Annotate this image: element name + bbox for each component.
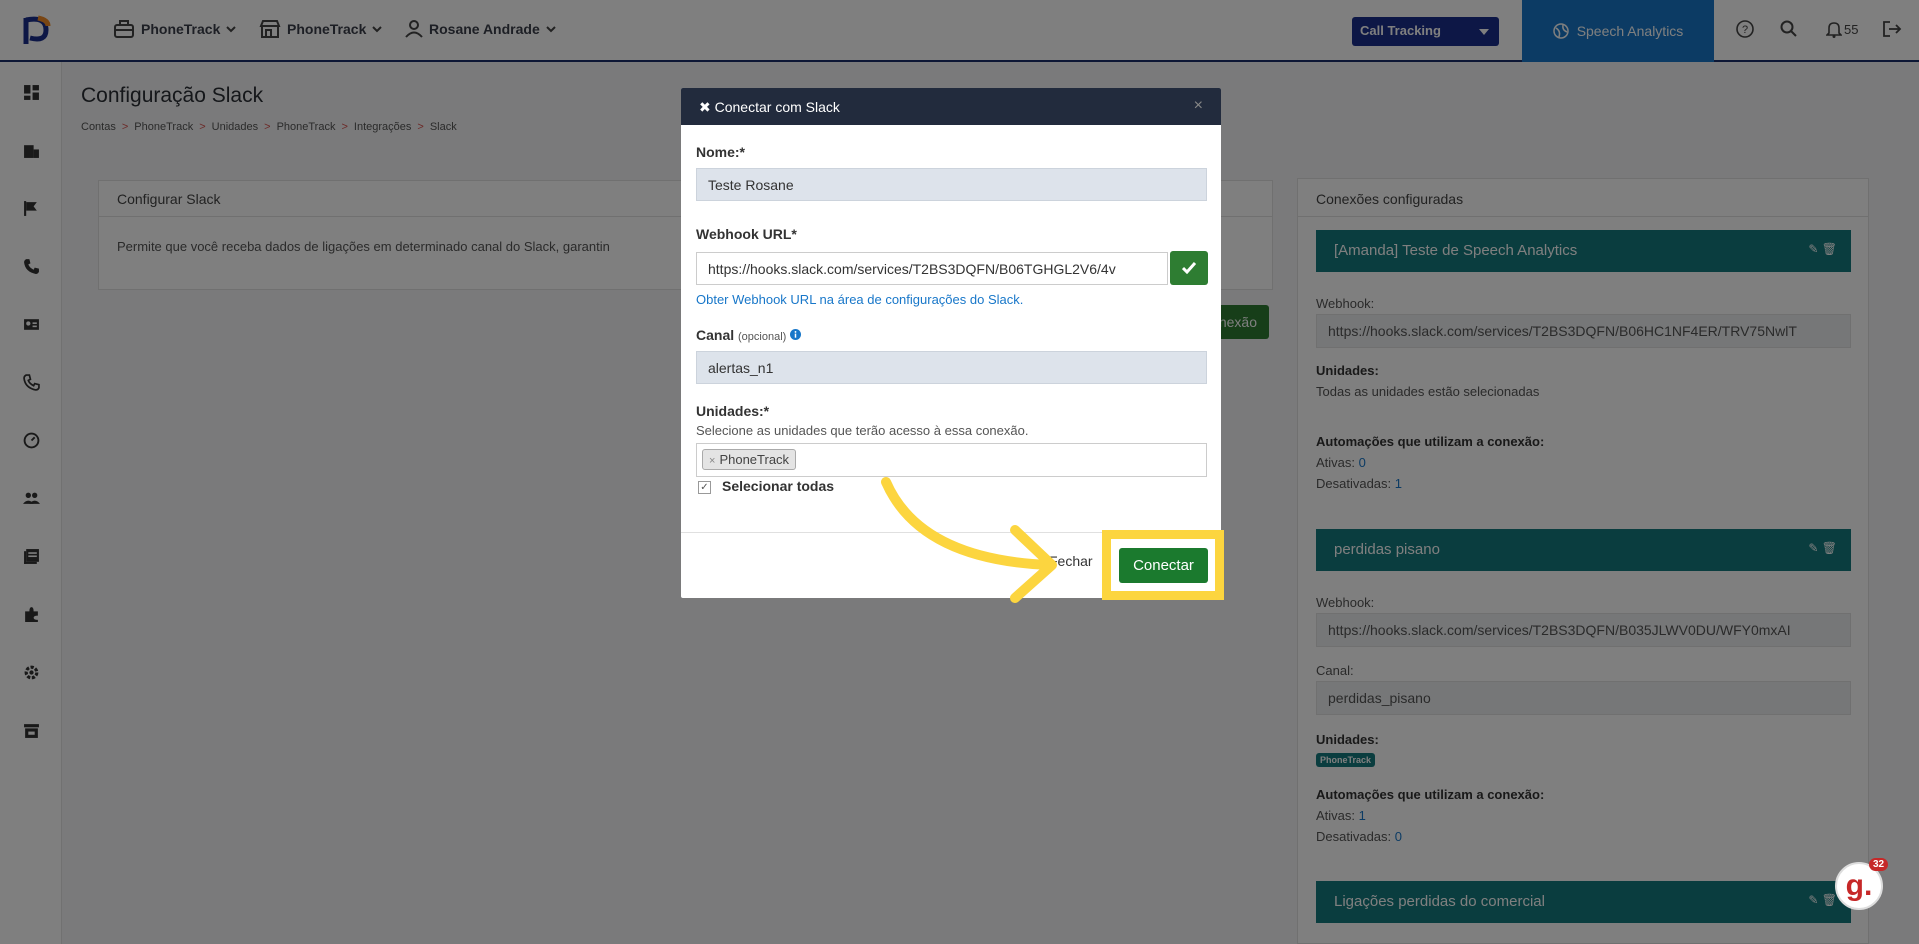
connect-slack-modal: ✖ Conectar com Slack × Nome:* Teste Rosa… — [681, 88, 1221, 598]
validate-webhook-button[interactable] — [1170, 251, 1208, 285]
close-x-icon: ✖ — [699, 99, 711, 115]
name-label: Nome:* — [696, 144, 746, 160]
webhook-help-link[interactable]: Obter Webhook URL na área de configuraçõ… — [696, 292, 1023, 307]
remove-chip-icon[interactable]: × — [709, 455, 715, 467]
channel-optional-text: (opcional) — [738, 331, 787, 343]
webhook-url-input[interactable]: https://hooks.slack.com/services/T2BS3DQ… — [696, 252, 1168, 285]
modal-close-icon[interactable]: × — [1194, 97, 1203, 115]
channel-input[interactable]: alertas_n1 — [696, 351, 1207, 384]
check-icon — [1182, 262, 1196, 274]
unit-chip: × PhoneTrack — [702, 449, 797, 470]
units-label: Unidades:* — [696, 403, 770, 419]
close-button[interactable]: Fechar — [1049, 553, 1093, 569]
unit-chip-label: PhoneTrack — [719, 452, 790, 467]
channel-label: Canal (opcional) — [696, 327, 802, 343]
webhook-url-label: Webhook URL* — [696, 226, 797, 242]
name-input[interactable]: Teste Rosane — [696, 168, 1207, 201]
select-all-checkbox[interactable]: ✓ — [698, 481, 711, 494]
units-multiselect[interactable]: × PhoneTrack — [696, 443, 1207, 477]
select-all-label[interactable]: Selecionar todas — [722, 478, 834, 494]
connect-button[interactable]: Conectar — [1119, 548, 1208, 583]
modal-header: ✖ Conectar com Slack × — [681, 88, 1221, 125]
modal-title: Conectar com Slack — [714, 99, 840, 115]
info-icon[interactable] — [790, 329, 802, 340]
channel-label-text: Canal — [696, 327, 735, 343]
support-chat-count: 32 — [1869, 858, 1889, 871]
units-help-text: Selecione as unidades que terão acesso à… — [696, 423, 1029, 438]
